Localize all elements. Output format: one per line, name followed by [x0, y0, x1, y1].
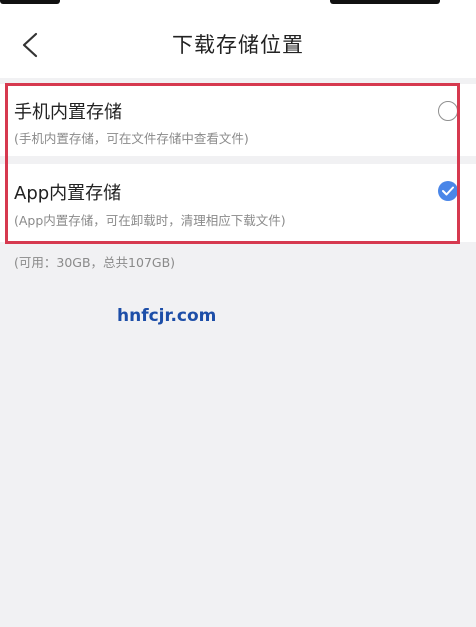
page-title: 下载存储位置: [172, 33, 304, 57]
watermark: hnfcjr.com: [117, 306, 217, 326]
option-title: App内置存储: [14, 183, 122, 204]
radio-unselected-icon[interactable]: [438, 101, 458, 121]
radio-selected-icon[interactable]: [438, 181, 458, 201]
option-title: 手机内置存储: [14, 102, 122, 123]
status-bar-fragment: [0, 0, 60, 4]
checkmark-icon: [442, 186, 454, 196]
option-description: (App内置存储，可在卸载时，清理相应下载文件): [14, 213, 286, 228]
header: 下载存储位置: [0, 0, 476, 78]
option-phone-storage[interactable]: 手机内置存储 (手机内置存储，可在文件存储中查看文件): [0, 84, 476, 156]
storage-info: (可用：30GB，总共107GB): [14, 255, 176, 270]
option-app-storage[interactable]: App内置存储 (App内置存储，可在卸载时，清理相应下载文件): [0, 164, 476, 242]
status-bar-fragment: [330, 0, 440, 4]
option-description: (手机内置存储，可在文件存储中查看文件): [14, 131, 249, 146]
